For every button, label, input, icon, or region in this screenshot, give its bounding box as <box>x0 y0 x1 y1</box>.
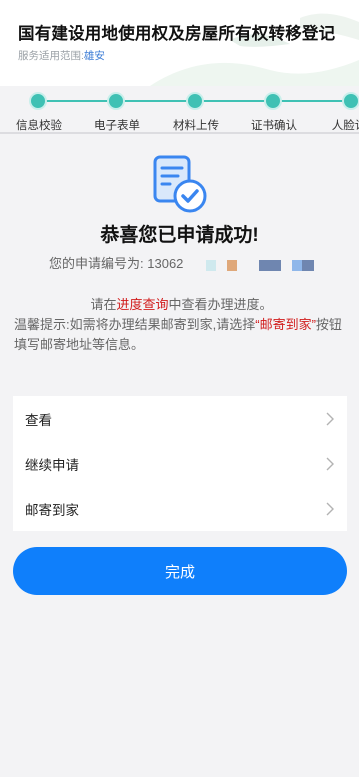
masked-digit <box>259 260 281 271</box>
progress-steps: 信息校验 电子表单 材料上传 证书确认 人脸认 <box>0 86 359 134</box>
page-title: 国有建设用地使用权及房屋所有权转移登记 <box>18 25 336 43</box>
menu-item-continue-apply[interactable]: 继续申请 <box>13 441 347 486</box>
step-4-dot <box>264 92 282 110</box>
notice-text-part: 中查看办理进度。 <box>168 297 273 312</box>
chevron-right-icon <box>326 502 334 515</box>
steps-underline <box>0 132 359 134</box>
chevron-right-icon <box>326 457 334 470</box>
step-3-dot <box>186 92 204 110</box>
action-menu: 查看 继续申请 邮寄到家 <box>13 396 347 531</box>
application-number-label: 您的申请编号为: <box>49 256 144 271</box>
step-4-label[interactable]: 证书确认 <box>251 117 297 133</box>
menu-item-mail-home[interactable]: 邮寄到家 <box>13 486 347 531</box>
chevron-right-icon <box>326 412 334 425</box>
masked-digit <box>206 260 216 271</box>
notice-text-part: 请在 <box>90 297 117 312</box>
notice-line-1: 请在进度查询中查看办理进度。 <box>14 295 349 315</box>
service-scope: 服务适用范围:雄安 <box>18 48 105 63</box>
step-2-dot <box>107 92 125 110</box>
service-scope-label: 服务适用范围: <box>18 50 84 62</box>
progress-query-link[interactable]: 进度查询 <box>116 297 168 312</box>
menu-item-view[interactable]: 查看 <box>13 396 347 441</box>
masked-digit <box>227 260 237 271</box>
menu-item-label: 邮寄到家 <box>25 502 79 518</box>
step-3-label[interactable]: 材料上传 <box>173 117 219 133</box>
document-check-icon <box>153 155 207 213</box>
service-scope-value[interactable]: 雄安 <box>84 50 105 62</box>
masked-digit <box>292 260 302 271</box>
menu-item-label: 查看 <box>25 412 52 428</box>
step-1-dot <box>29 92 47 110</box>
masked-digit <box>302 260 314 271</box>
notice-text: 请在进度查询中查看办理进度。 温馨提示:如需将办理结果邮寄到家,请选择“邮寄到家… <box>14 295 349 355</box>
application-number: 您的申请编号为: 13062 <box>49 253 183 272</box>
step-5-label[interactable]: 人脸认 <box>332 117 359 133</box>
menu-item-label: 继续申请 <box>25 457 79 473</box>
step-1-label[interactable]: 信息校验 <box>16 117 62 133</box>
page-header: 国有建设用地使用权及房屋所有权转移登记 服务适用范围:雄安 <box>0 0 359 86</box>
application-number-value: 13062 <box>147 256 184 271</box>
notice-line-2: 温馨提示:如需将办理结果邮寄到家,请选择“邮寄到家”按钮填写邮寄地址等信息。 <box>14 315 349 355</box>
step-5-dot <box>342 92 359 110</box>
mail-home-highlight: “邮寄到家” <box>255 317 316 332</box>
notice-text-part: 温馨提示:如需将办理结果邮寄到家,请选择 <box>14 317 256 332</box>
finish-button[interactable]: 完成 <box>13 547 347 595</box>
step-2-label[interactable]: 电子表单 <box>94 117 140 133</box>
success-headline: 恭喜您已申请成功! <box>100 225 259 246</box>
